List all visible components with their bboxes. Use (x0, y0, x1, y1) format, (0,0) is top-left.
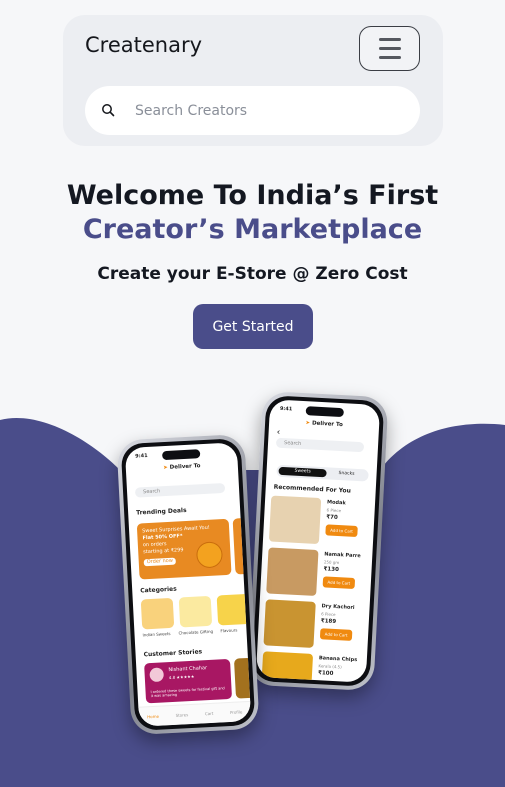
customer-story-card: Nishant Chahar 4.8 ★★★★★ I ordered these… (144, 658, 233, 704)
hero-title-line2: Creator’s Marketplace (82, 214, 423, 245)
trending-deals-title: Trending Deals (136, 506, 187, 517)
category-label: Flavours (220, 627, 238, 634)
category-label: Chocolate Gifting (178, 628, 214, 636)
product-price: ₹130 (323, 566, 339, 574)
phone-bezel: 9:41 ➤ Deliver To Search Trending Deals … (120, 438, 256, 731)
product-sub: Kerala (4.5) (318, 663, 342, 670)
back-arrow-icon: ‹ (276, 427, 281, 438)
product-image-namak-parre (266, 547, 319, 596)
category-indian-sweets (140, 597, 175, 630)
tab-home: Home (147, 713, 160, 720)
status-time: 9:41 (279, 405, 293, 413)
product-price: ₹100 (317, 670, 334, 677)
product-image-dry-kachori (263, 599, 316, 648)
add-to-cart-button: Add to Cart (322, 576, 356, 589)
category-flavours (216, 593, 251, 626)
status-time: 9:41 (135, 452, 148, 460)
category-chocolate-gifting (178, 595, 213, 628)
tab-profile: Profile (229, 709, 243, 715)
phone-search-bar: Search (275, 437, 365, 453)
phone-tab-bar: Home Stores Cart Profile (138, 700, 252, 727)
customer-stories-title: Customer Stories (143, 648, 203, 659)
product-price: ₹189 (320, 618, 337, 626)
phone-bezel: 9:41 ➤ Deliver To ‹ Search Sweets Snacks… (251, 395, 385, 687)
customer-story-card-next (233, 657, 252, 699)
header-card: Createnary (63, 15, 443, 146)
get-started-button[interactable]: Get Started (193, 304, 313, 349)
hamburger-menu-icon (378, 38, 401, 41)
tab-cart: Cart (204, 710, 214, 717)
brand-logo-text[interactable]: Createnary (85, 33, 202, 57)
recommended-title: Recommended For You (273, 483, 352, 495)
promo-banner-next (232, 517, 252, 575)
segment-snacks: Snacks (338, 470, 355, 477)
hamburger-menu-icon-bar (378, 47, 401, 50)
segment-sweets: Sweets (278, 466, 327, 478)
phone-screen: 9:41 ➤ Deliver To Search Trending Deals … (124, 442, 252, 727)
search-input[interactable] (135, 100, 395, 122)
search-icon (102, 104, 115, 117)
add-to-cart-button: Add to Cart (325, 524, 358, 538)
deliver-to-label: ➤ Deliver To (126, 461, 238, 473)
tab-stores: Stores (175, 712, 189, 718)
search-bar[interactable] (85, 86, 420, 135)
deliver-to-label: ➤ Deliver To (269, 418, 379, 430)
phone-notch (305, 406, 344, 418)
phone-screen: 9:41 ➤ Deliver To ‹ Search Sweets Snacks… (255, 399, 381, 683)
product-name: Banana Chips (318, 655, 358, 664)
phone-mockup-product-list: 9:41 ➤ Deliver To ‹ Search Sweets Snacks… (247, 390, 389, 692)
product-sub: 6 Piece (326, 507, 342, 514)
add-to-cart-button: Add to Cart (319, 628, 353, 641)
category-label: Indian Sweets (142, 630, 171, 638)
promo-order-button: Order now (143, 557, 177, 567)
story-rating: 4.8 ★★★★★ (168, 673, 195, 681)
sweets-image (195, 541, 224, 569)
deliver-to-text: Deliver To (169, 463, 201, 471)
location-pin-icon: ➤ (305, 420, 311, 427)
product-price: ₹70 (326, 514, 338, 521)
phone-mockup-home: 9:41 ➤ Deliver To Search Trending Deals … (116, 433, 260, 736)
product-image-banana-chips (260, 651, 314, 683)
product-name: Modak (326, 499, 346, 507)
product-name: Dry Kachori (321, 603, 355, 612)
product-sub: 6 Piece (321, 611, 336, 618)
hero-title-line1: Welcome To India’s First (66, 180, 439, 211)
hero-subtitle: Create your E-Store @ Zero Cost (97, 264, 408, 284)
avatar (149, 667, 165, 683)
phone-search-bar: Search (134, 482, 226, 498)
category-segment: Sweets Snacks (276, 464, 369, 482)
categories-title: Categories (140, 585, 177, 595)
hamburger-menu-icon-bar (378, 56, 401, 59)
story-text: I ordered these sweets for festival gift… (150, 686, 225, 699)
promo-banner: Sweet Surprises Await You! Flat 50% OFF*… (136, 518, 232, 580)
product-name: Namak Parre (324, 551, 361, 560)
story-name: Nishant Chahar (168, 665, 208, 674)
phone-notch (161, 449, 201, 461)
location-pin-icon: ➤ (163, 464, 168, 472)
menu-button[interactable] (359, 26, 420, 71)
product-image-modak (268, 495, 322, 545)
product-sub: 250 gm (323, 559, 340, 566)
deliver-to-text: Deliver To (311, 420, 343, 429)
